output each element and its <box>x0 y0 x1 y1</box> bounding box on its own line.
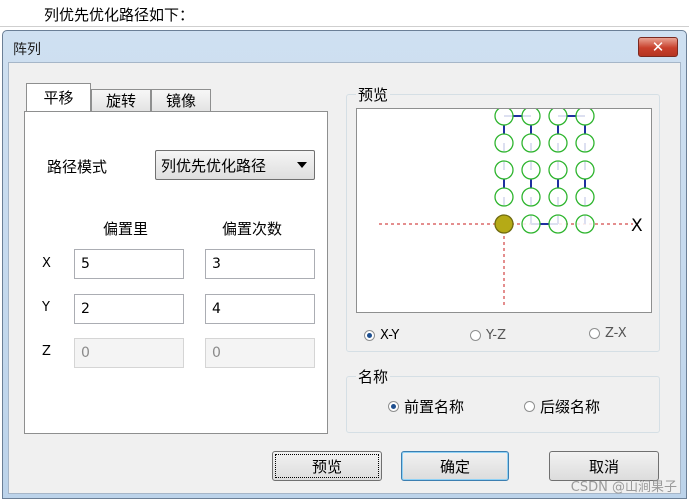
array-copy-node <box>548 106 568 126</box>
tab-rotate-label: 旋转 <box>105 92 136 110</box>
chevron-down-icon <box>297 162 307 168</box>
preview-button[interactable]: 预览 <box>272 451 382 481</box>
y-count-value: 4 <box>212 301 221 317</box>
array-nodes <box>494 106 595 234</box>
radio-indicator <box>364 330 375 341</box>
array-copy-node <box>575 160 595 180</box>
array-copy-node <box>548 160 568 180</box>
z-offset-input: 0 <box>74 338 184 368</box>
axis-label-x: X <box>42 256 51 271</box>
path-mode-label: 路径模式 <box>47 158 108 176</box>
suffix-name-radio[interactable]: 后缀名称 <box>524 396 600 417</box>
x-axis-label: X <box>631 216 643 236</box>
title-bar[interactable]: 阵列 ✕ <box>3 31 686 63</box>
axis-label-z: Z <box>42 344 51 359</box>
plane-radio-xy[interactable]: X-Y <box>364 328 399 343</box>
array-copy-node <box>548 133 568 153</box>
close-icon: ✕ <box>651 38 665 56</box>
array-copy-node <box>494 160 514 180</box>
x-count-value: 3 <box>212 256 221 272</box>
array-copy-node <box>494 187 514 207</box>
z-count-input: 0 <box>205 338 315 368</box>
plane-radio-yz[interactable]: Y-Z <box>470 328 506 343</box>
tab-translate[interactable]: 平移 <box>26 83 91 111</box>
array-copy-node <box>521 187 541 207</box>
window-title: 阵列 <box>13 42 41 58</box>
suffix-name-label: 后缀名称 <box>540 398 601 416</box>
plane-radio-zx-label: Z-X <box>605 326 627 341</box>
y-count-input[interactable]: 4 <box>205 294 315 324</box>
preview-canvas: X <box>356 106 652 313</box>
prefix-name-radio[interactable]: 前置名称 <box>388 396 464 417</box>
close-button[interactable]: ✕ <box>638 37 678 57</box>
axis-lines <box>379 223 633 306</box>
radio-indicator <box>388 401 399 412</box>
array-copy-node <box>521 160 541 180</box>
y-offset-input[interactable]: 2 <box>74 294 184 324</box>
radio-indicator <box>524 401 535 412</box>
radio-indicator <box>470 330 481 341</box>
plane-radio-yz-label: Y-Z <box>486 328 506 343</box>
preview-button-label: 预览 <box>311 457 342 476</box>
array-copy-node <box>494 106 514 126</box>
x-offset-value: 5 <box>81 256 90 272</box>
x-count-input[interactable]: 3 <box>205 249 315 279</box>
naming-group-title: 名称 <box>356 366 391 387</box>
axis-label-y: Y <box>42 300 50 315</box>
array-copy-node <box>575 214 595 234</box>
array-copy-node <box>494 133 514 153</box>
count-column-header: 偏置次数 <box>222 220 283 238</box>
ok-button[interactable]: 确定 <box>401 451 509 481</box>
watermark: CSDN @山涧果子 <box>570 480 677 495</box>
array-copy-node <box>548 214 568 234</box>
plane-radio-xy-label: X-Y <box>380 328 400 343</box>
array-copy-node <box>575 187 595 207</box>
document-divider <box>0 26 689 27</box>
y-offset-value: 2 <box>81 301 90 317</box>
array-path <box>503 115 586 225</box>
ok-button-label: 确定 <box>439 457 470 476</box>
z-count-value: 0 <box>212 345 221 361</box>
array-copy-node <box>548 187 568 207</box>
preview-drawing: X <box>379 106 643 306</box>
document-caption: 列优先优化路径如下： <box>44 6 195 24</box>
origin-node <box>494 214 514 234</box>
x-offset-input[interactable]: 5 <box>74 249 184 279</box>
tab-mirror-label: 镜像 <box>165 92 196 110</box>
tab-mirror[interactable]: 镜像 <box>151 89 211 111</box>
z-offset-value: 0 <box>81 345 90 361</box>
preview-group-title: 预览 <box>356 84 391 105</box>
array-copy-node <box>521 133 541 153</box>
plane-radio-zx[interactable]: Z-X <box>589 326 627 341</box>
tab-translate-label: 平移 <box>43 89 74 107</box>
path-mode-select[interactable]: 列优先优化路径 <box>155 150 315 180</box>
array-copy-node <box>521 106 541 126</box>
array-copy-node <box>575 133 595 153</box>
offset-column-header: 偏置里 <box>103 220 149 238</box>
array-copy-node <box>521 214 541 234</box>
prefix-name-label: 前置名称 <box>404 398 465 416</box>
radio-indicator <box>589 328 600 339</box>
path-mode-value: 列优先优化路径 <box>161 156 267 175</box>
cancel-button-label: 取消 <box>588 457 619 476</box>
array-copy-node <box>575 106 595 126</box>
tab-rotate[interactable]: 旋转 <box>91 89 151 111</box>
